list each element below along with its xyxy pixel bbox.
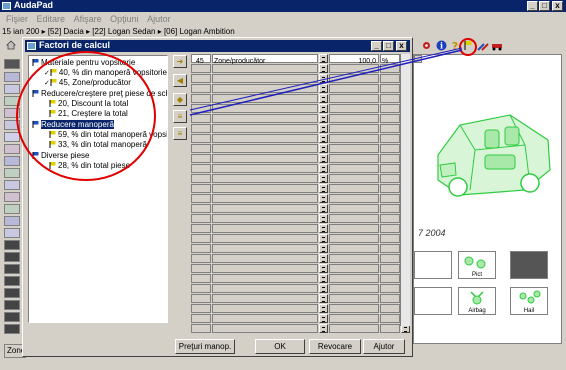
link-line	[189, 47, 463, 111]
tree-highlight-circle	[16, 51, 156, 181]
flag-highlight-circle	[459, 38, 477, 56]
link-line	[189, 49, 463, 116]
annotation-overlay	[16, 38, 477, 181]
